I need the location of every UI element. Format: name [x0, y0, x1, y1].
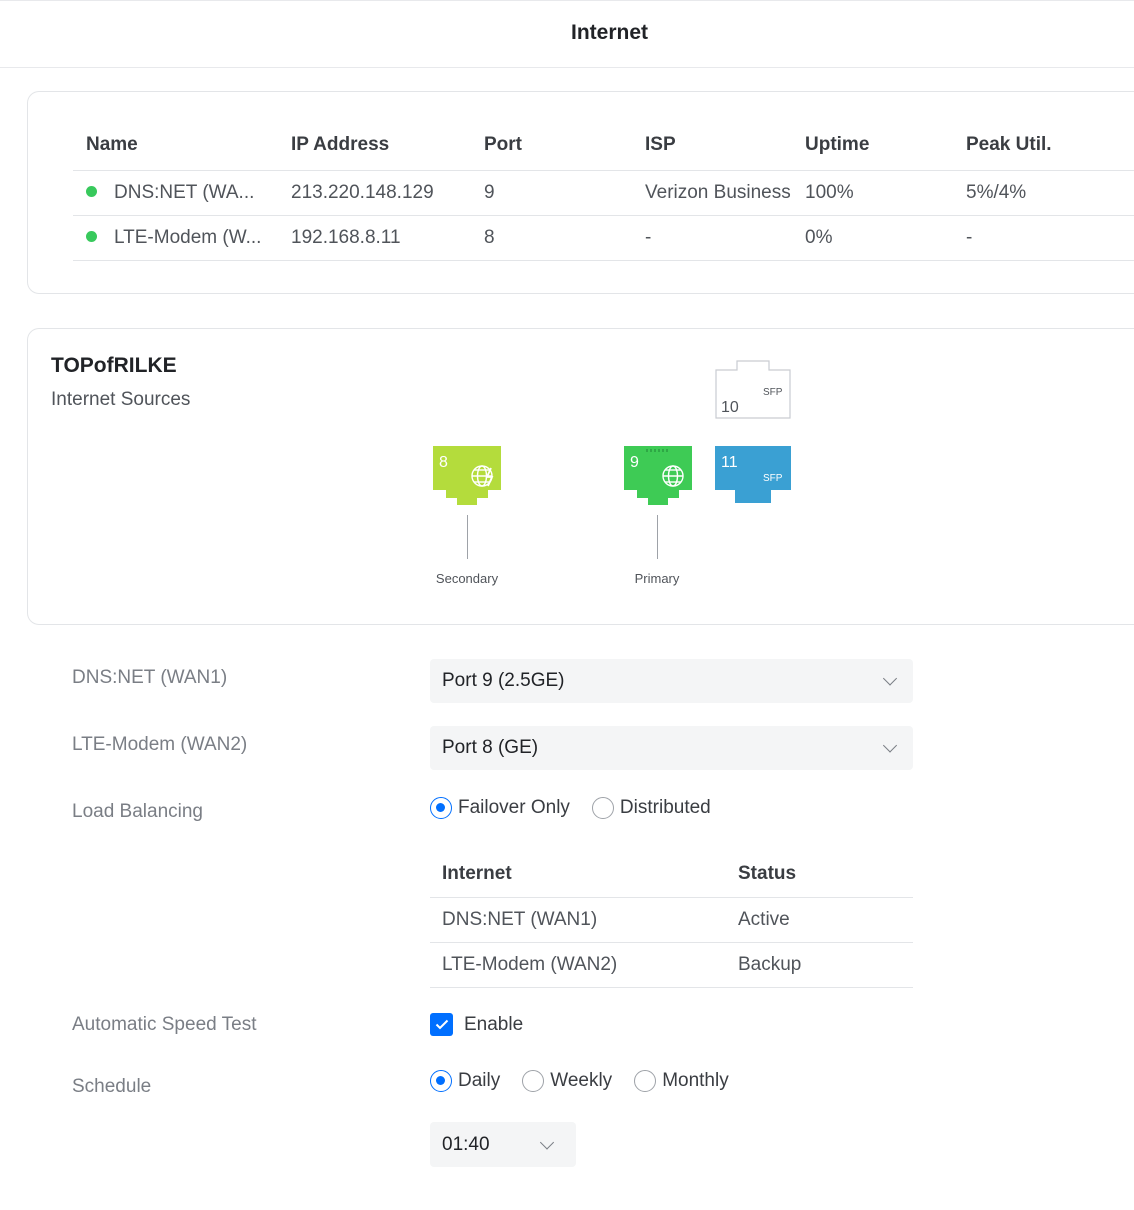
radio-unselected-icon[interactable]: [522, 1070, 545, 1092]
radio-monthly-label: Monthly: [662, 1070, 729, 1091]
port-8[interactable]: 8: [433, 446, 501, 506]
port-11-number: 11: [721, 454, 738, 471]
status-internet: LTE-Modem (WAN2): [430, 941, 726, 988]
wan2-port-select[interactable]: Port 8 (GE): [430, 726, 913, 770]
wan-table: Name IP Address Port ISP Uptime Peak Uti…: [73, 120, 1134, 261]
radio-daily-label: Daily: [458, 1070, 501, 1091]
radio-failover-label: Failover Only: [458, 797, 570, 818]
schedule-time-select[interactable]: 01:40: [430, 1122, 576, 1167]
table-row: LTE-Modem (WAN2) Backup: [430, 941, 913, 988]
radio-selected-icon[interactable]: [430, 797, 452, 819]
port-8-label: Secondary: [435, 571, 499, 586]
radio-daily[interactable]: Daily: [430, 1070, 500, 1092]
wan-port: 9: [471, 169, 632, 215]
chevron-down-icon: [882, 738, 898, 753]
port-9-label: Primary: [634, 571, 680, 586]
load-balancing-radio-group: Failover Only Distributed: [430, 797, 733, 819]
wan1-label: DNS:NET (WAN1): [72, 667, 228, 688]
wan-list-card: Name IP Address Port ISP Uptime Peak Uti…: [27, 91, 1134, 294]
wan-uptime: 100%: [792, 169, 953, 215]
radio-monthly[interactable]: Monthly: [634, 1070, 729, 1092]
wan-name-cell: DNS:NET (WA...: [73, 169, 278, 215]
radio-weekly[interactable]: Weekly: [522, 1070, 612, 1092]
radio-weekly-label: Weekly: [550, 1070, 613, 1091]
table-row[interactable]: LTE-Modem (W... 192.168.8.11 8 - 0% -: [73, 214, 1134, 261]
port-8-number: 8: [439, 454, 448, 471]
port-11-sfp[interactable]: 11 SFP: [715, 446, 791, 504]
port-11-type: SFP: [763, 473, 783, 484]
wan1-port-select[interactable]: Port 9 (2.5GE): [430, 659, 913, 703]
diagram-subtitle: Internet Sources: [51, 389, 191, 410]
speed-test-label: Automatic Speed Test: [72, 1014, 257, 1035]
wan-ip: 213.220.148.129: [278, 169, 471, 215]
chevron-down-icon: [882, 671, 898, 686]
wan-peak-util: -: [953, 214, 1134, 261]
device-name: TOPofRILKE: [51, 354, 177, 377]
port-9[interactable]: 9: [624, 446, 692, 506]
page-header: Internet: [0, 0, 1134, 68]
chevron-down-icon: [539, 1134, 555, 1150]
port-10-number: 10: [721, 399, 739, 416]
radio-distributed-label: Distributed: [619, 797, 711, 818]
radio-unselected-icon[interactable]: [634, 1070, 657, 1092]
schedule-label: Schedule: [72, 1076, 152, 1097]
col-peak-util[interactable]: Peak Util.: [953, 120, 1134, 170]
status-internet: DNS:NET (WAN1): [430, 896, 726, 942]
page-title: Internet: [570, 21, 648, 44]
col-isp[interactable]: ISP: [632, 120, 792, 170]
status-value: Backup: [726, 941, 913, 988]
col-port[interactable]: Port: [471, 120, 632, 170]
port-9-connector-line: [657, 515, 658, 559]
radio-selected-icon[interactable]: [430, 1070, 452, 1092]
schedule-time-value: 01:40: [442, 1133, 490, 1155]
wan1-port-value: Port 9 (2.5GE): [442, 670, 565, 691]
radio-failover-only[interactable]: Failover Only: [430, 797, 570, 819]
col-uptime[interactable]: Uptime: [792, 120, 953, 170]
speed-test-enable-label: Enable: [464, 1013, 524, 1035]
wan-ip: 192.168.8.11: [278, 214, 471, 261]
col-status: Status: [738, 862, 797, 884]
port-8-connector-line: [467, 515, 468, 559]
checkmark-icon[interactable]: [430, 1013, 453, 1036]
wan-port: 8: [471, 214, 632, 261]
port-9-number: 9: [630, 454, 639, 471]
wan-name: LTE-Modem (W...: [114, 226, 262, 248]
wan2-label: LTE-Modem (WAN2): [72, 734, 248, 755]
wan-isp: Verizon Business: [632, 169, 792, 215]
wan-name: DNS:NET (WA...: [114, 181, 255, 203]
radio-distributed[interactable]: Distributed: [591, 797, 711, 819]
port-10-sfp[interactable]: 10 SFP: [715, 360, 791, 419]
wan-status-table: Internet Status DNS:NET (WAN1) Active LT…: [430, 851, 913, 988]
port-10-type: SFP: [763, 387, 783, 398]
table-row: DNS:NET (WAN1) Active: [430, 896, 913, 942]
wan-isp: -: [632, 214, 792, 261]
wan-peak-util: 5%/4%: [953, 169, 1134, 215]
schedule-radio-group: Daily Weekly Monthly: [430, 1070, 751, 1092]
col-name[interactable]: Name: [73, 120, 278, 170]
status-value: Active: [726, 896, 913, 942]
speed-test-enable-checkbox[interactable]: Enable: [430, 1013, 523, 1036]
online-status-icon: [86, 230, 97, 242]
col-ip-address[interactable]: IP Address: [278, 120, 471, 170]
load-balancing-label: Load Balancing: [72, 801, 203, 822]
radio-unselected-icon[interactable]: [591, 797, 614, 819]
internet-sources-card: TOPofRILKE Internet Sources 10 SFP 8 Sec…: [27, 328, 1134, 625]
online-status-icon: [86, 185, 97, 197]
wan2-port-value: Port 8 (GE): [442, 737, 539, 758]
status-table-header: Internet Status: [430, 851, 913, 897]
wan-table-header: Name IP Address Port ISP Uptime Peak Uti…: [73, 120, 1134, 170]
table-row[interactable]: DNS:NET (WA... 213.220.148.129 9 Verizon…: [73, 169, 1134, 215]
wan-uptime: 0%: [792, 214, 953, 261]
wan-name-cell: LTE-Modem (W...: [73, 214, 278, 261]
col-internet: Internet: [442, 862, 512, 884]
